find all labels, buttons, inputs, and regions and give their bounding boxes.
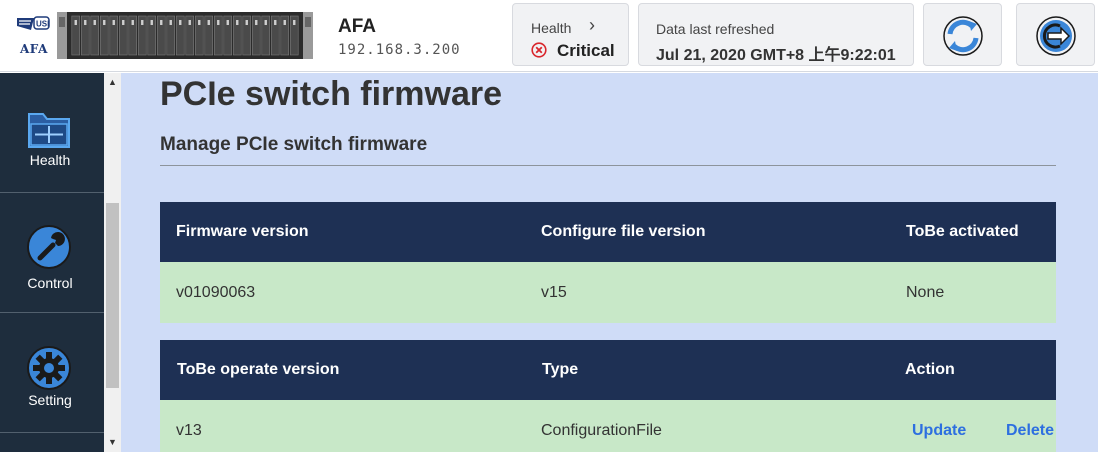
main-content: PCIe switch firmware Manage PCIe switch … [121,73,1098,452]
table-cell: ConfigurationFile [541,422,662,439]
sidebar-item-label: Health [29,152,71,168]
usi-logo-icon: USI [17,16,50,30]
sidebar-item-health[interactable]: Health [0,73,104,192]
section-subtitle: Manage PCIe switch firmware [160,134,428,155]
health-status-text: Critical [557,41,615,60]
health-summary-card[interactable]: Health › Critical [512,3,629,66]
sidebar-item-setting[interactable]: Setting [0,313,104,432]
refresh-icon [943,16,983,56]
brand-logo-label: USI [36,20,49,29]
table-row: v01090063 v15 None [160,262,1056,323]
refresh-label: Data last refreshed [656,21,775,37]
table-cell: v01090063 [176,284,256,301]
brand-text: AFA [20,42,48,56]
storage-device-image [57,12,313,59]
sidebar-scrollbar[interactable]: ▲ ▼ [104,73,121,452]
table-cell: v15 [541,284,567,301]
column-header: Configure file version [541,223,706,240]
top-header: USI AFA AFA 192.168.3.200 Health › Criti… [0,0,1098,72]
sidebar-item-label: Setting [28,392,72,408]
refresh-button[interactable] [923,3,1002,66]
scroll-up-arrow-icon[interactable]: ▲ [104,77,121,87]
page-title: PCIe switch firmware [160,75,503,113]
table-cell: v13 [176,422,202,439]
health-folder-icon [28,113,70,148]
column-header: Firmware version [176,223,309,240]
scrollbar-thumb[interactable] [106,203,119,388]
table-cell: None [906,284,945,301]
critical-x-icon [531,42,547,58]
system-ip: 192.168.3.200 [338,42,461,58]
firmware-table: Firmware version Configure file version … [160,202,1056,323]
column-header: ToBe activated [906,223,1019,240]
sidebar-item-label: Control [27,275,73,291]
last-refreshed-card: Data last refreshed Jul 21, 2020 GMT+8 上… [638,3,914,66]
brand-logo: USI AFA [14,12,54,58]
section-divider [160,165,1056,166]
sidebar-item-control[interactable]: Control [0,193,104,312]
gear-icon [27,346,71,390]
column-header: Type [542,361,579,378]
wrench-icon [27,225,71,269]
chevron-right-icon: › [589,15,595,35]
sidebar: Health Control Setting [0,73,104,452]
scroll-down-arrow-icon[interactable]: ▼ [104,437,121,447]
update-link[interactable]: Update [912,422,966,440]
column-header: ToBe operate version [177,361,340,378]
logout-button[interactable] [1016,3,1095,66]
health-label: Health [531,20,572,36]
sidebar-divider [0,432,104,433]
logout-icon [1036,16,1076,56]
table-row: v13 ConfigurationFile Update Delete [160,400,1056,452]
table-header-row: ToBe operate version Type Action [160,340,1056,400]
app-root: USI AFA AFA 192.168.3.200 Health › Criti… [0,0,1098,452]
refresh-timestamp: Jul 21, 2020 GMT+8 上午9:22:01 [656,47,896,64]
system-name: AFA [338,16,376,37]
pending-operation-table: ToBe operate version Type Action v13 Con… [160,340,1056,452]
column-header: Action [905,361,955,378]
table-header-row: Firmware version Configure file version … [160,202,1056,262]
delete-link[interactable]: Delete [1006,422,1054,440]
